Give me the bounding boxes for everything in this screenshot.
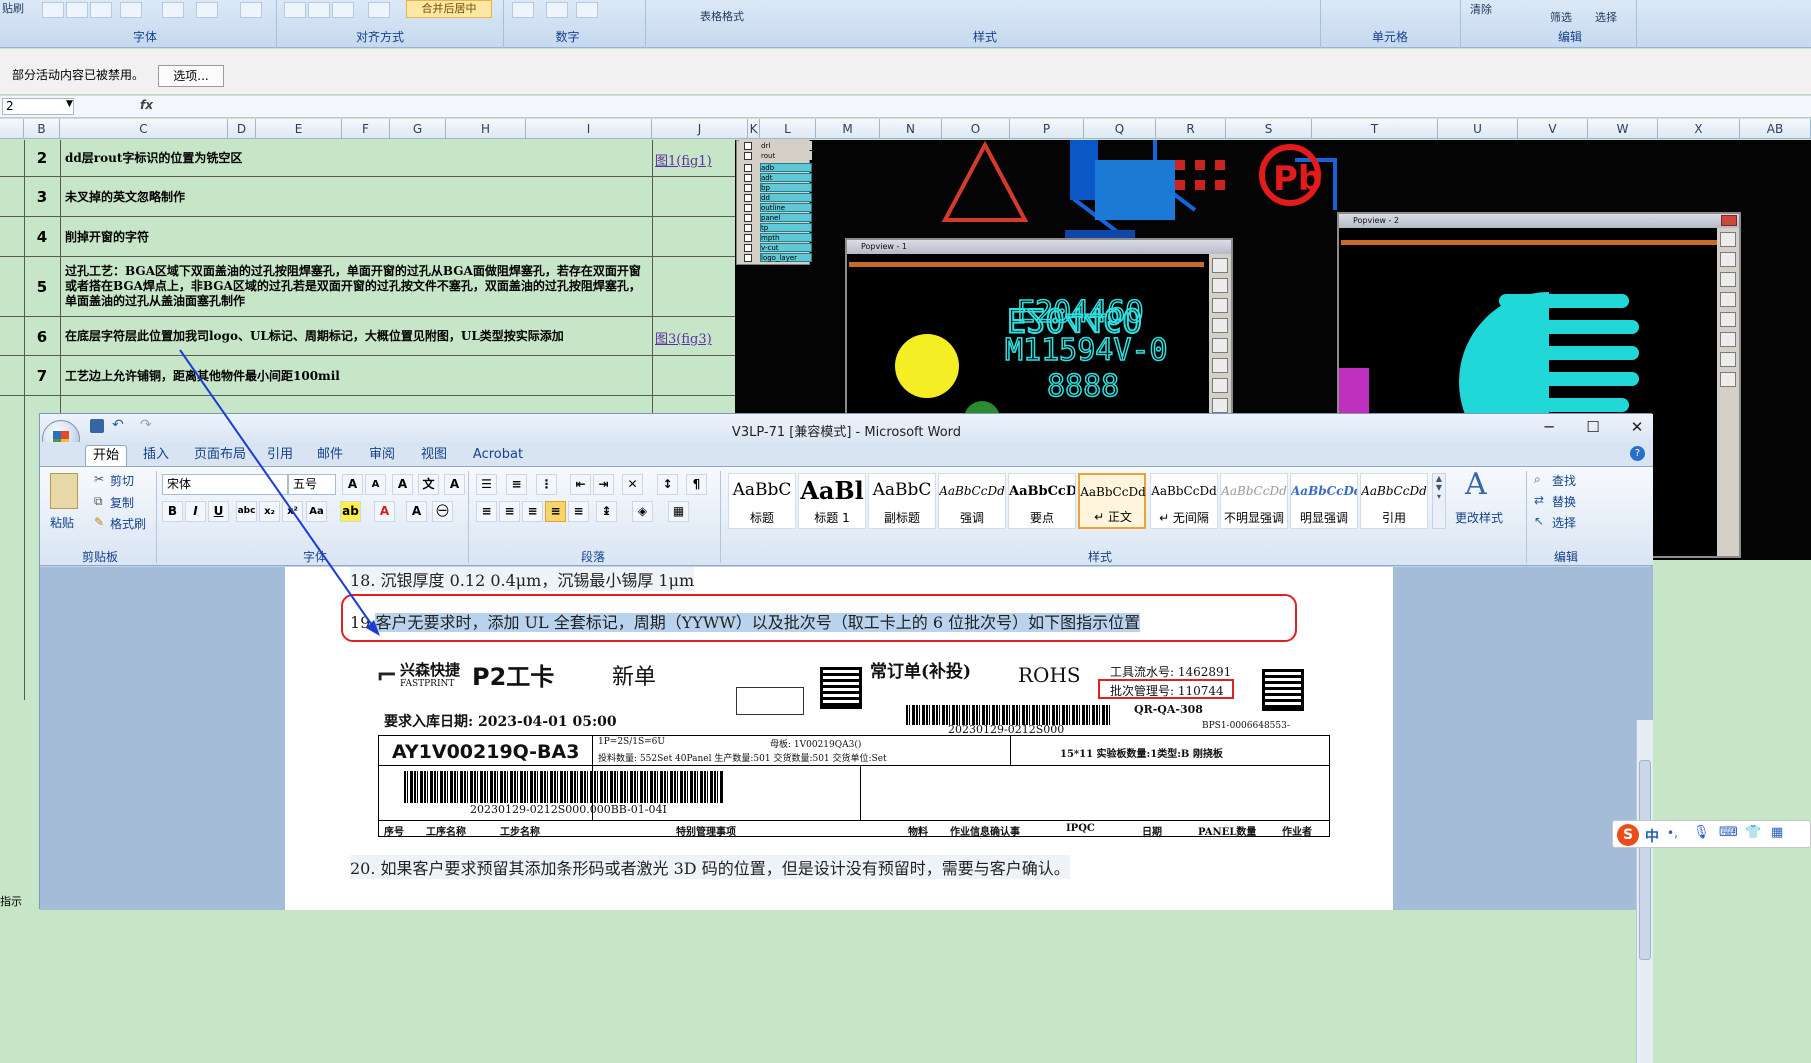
annotation-arrow (179, 349, 380, 636)
toolbox-icon[interactable]: ▦ (1771, 825, 1783, 840)
punctuation-icon[interactable]: •, (1667, 826, 1678, 840)
keyboard-icon[interactable]: ⌨ (1719, 825, 1738, 840)
microphone-icon[interactable]: 🎙 (1693, 825, 1710, 840)
skin-icon[interactable]: 👕 (1745, 825, 1761, 840)
ime-mode[interactable]: 中 (1645, 826, 1659, 846)
ime-toolbar[interactable]: S 中 •, 🎙 ⌨ 👕 ▦ (1612, 820, 1811, 848)
sogou-logo-icon[interactable]: S (1617, 824, 1639, 846)
